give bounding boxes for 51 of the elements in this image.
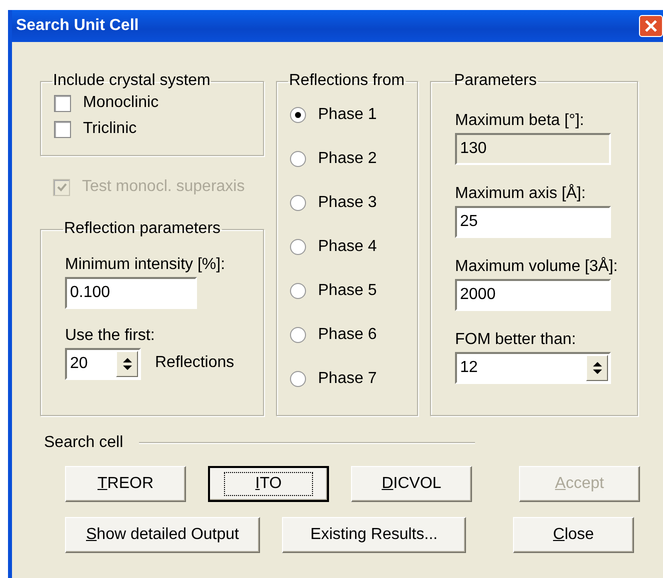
radio-label[interactable]: Phase 2 (318, 150, 377, 168)
close-button[interactable] (639, 15, 663, 37)
radio-button[interactable] (290, 371, 306, 387)
radio-button[interactable] (290, 283, 306, 299)
field-label: Use the first: (65, 327, 156, 345)
input-field[interactable]: 2000 (455, 279, 611, 311)
radio-button[interactable] (290, 327, 306, 343)
section-label: Search cell (44, 434, 124, 452)
spin-button[interactable] (116, 351, 138, 377)
checkbox[interactable] (54, 120, 71, 138)
radio-label[interactable]: Phase 4 (318, 238, 377, 256)
push-button[interactable]: DICVOL (351, 466, 472, 502)
checkbox[interactable] (54, 94, 71, 112)
field-label: FOM better than: (455, 331, 577, 349)
radio-button[interactable] (290, 151, 306, 167)
radio-label[interactable]: Phase 7 (318, 370, 377, 388)
push-button[interactable]: TREOR (65, 466, 186, 502)
radio-label[interactable]: Phase 1 (318, 106, 377, 124)
push-button[interactable]: Close (513, 517, 634, 553)
group-label: Reflection parameters (63, 220, 222, 238)
input-field[interactable]: 20 (67, 350, 115, 378)
push-button[interactable]: Show detailed Output (65, 517, 260, 553)
spin-box[interactable]: 20 (65, 348, 141, 380)
up-down-arrows-icon (122, 356, 132, 372)
checkmark-icon (56, 181, 68, 193)
field-label: Minimum intensity [%]: (65, 256, 226, 274)
window-title: Search Unit Cell (16, 17, 139, 35)
spin-box[interactable]: 12 (455, 352, 611, 384)
up-down-arrows-icon (592, 360, 602, 376)
checkbox-label[interactable]: Triclinic (83, 120, 137, 138)
radio-label[interactable]: Phase 5 (318, 282, 377, 300)
push-button[interactable]: Existing Results... (282, 517, 466, 553)
close-icon (644, 19, 658, 33)
group-label: Include crystal system (52, 72, 212, 90)
group-label: Parameters (453, 72, 538, 90)
radio-label[interactable]: Phase 3 (318, 194, 377, 212)
input-field[interactable]: 0.100 (65, 277, 197, 309)
spin-button[interactable] (586, 355, 608, 381)
field-suffix: Reflections (155, 354, 234, 372)
field-label: Maximum axis [Å]: (455, 185, 587, 203)
checkbox-label[interactable]: Monoclinic (83, 94, 159, 112)
group-label: Reflections from (288, 72, 406, 90)
radio-label[interactable]: Phase 6 (318, 326, 377, 344)
field-label: Maximum volume [3Å]: (455, 258, 619, 276)
radio-button[interactable] (290, 239, 306, 255)
field-label: Maximum beta [°]: (455, 112, 586, 130)
input-field[interactable]: 12 (457, 354, 585, 382)
radio-button[interactable] (290, 195, 306, 211)
push-button[interactable]: ITO (208, 466, 329, 502)
input-field[interactable]: 25 (455, 206, 611, 238)
radio-button[interactable] (290, 107, 306, 123)
